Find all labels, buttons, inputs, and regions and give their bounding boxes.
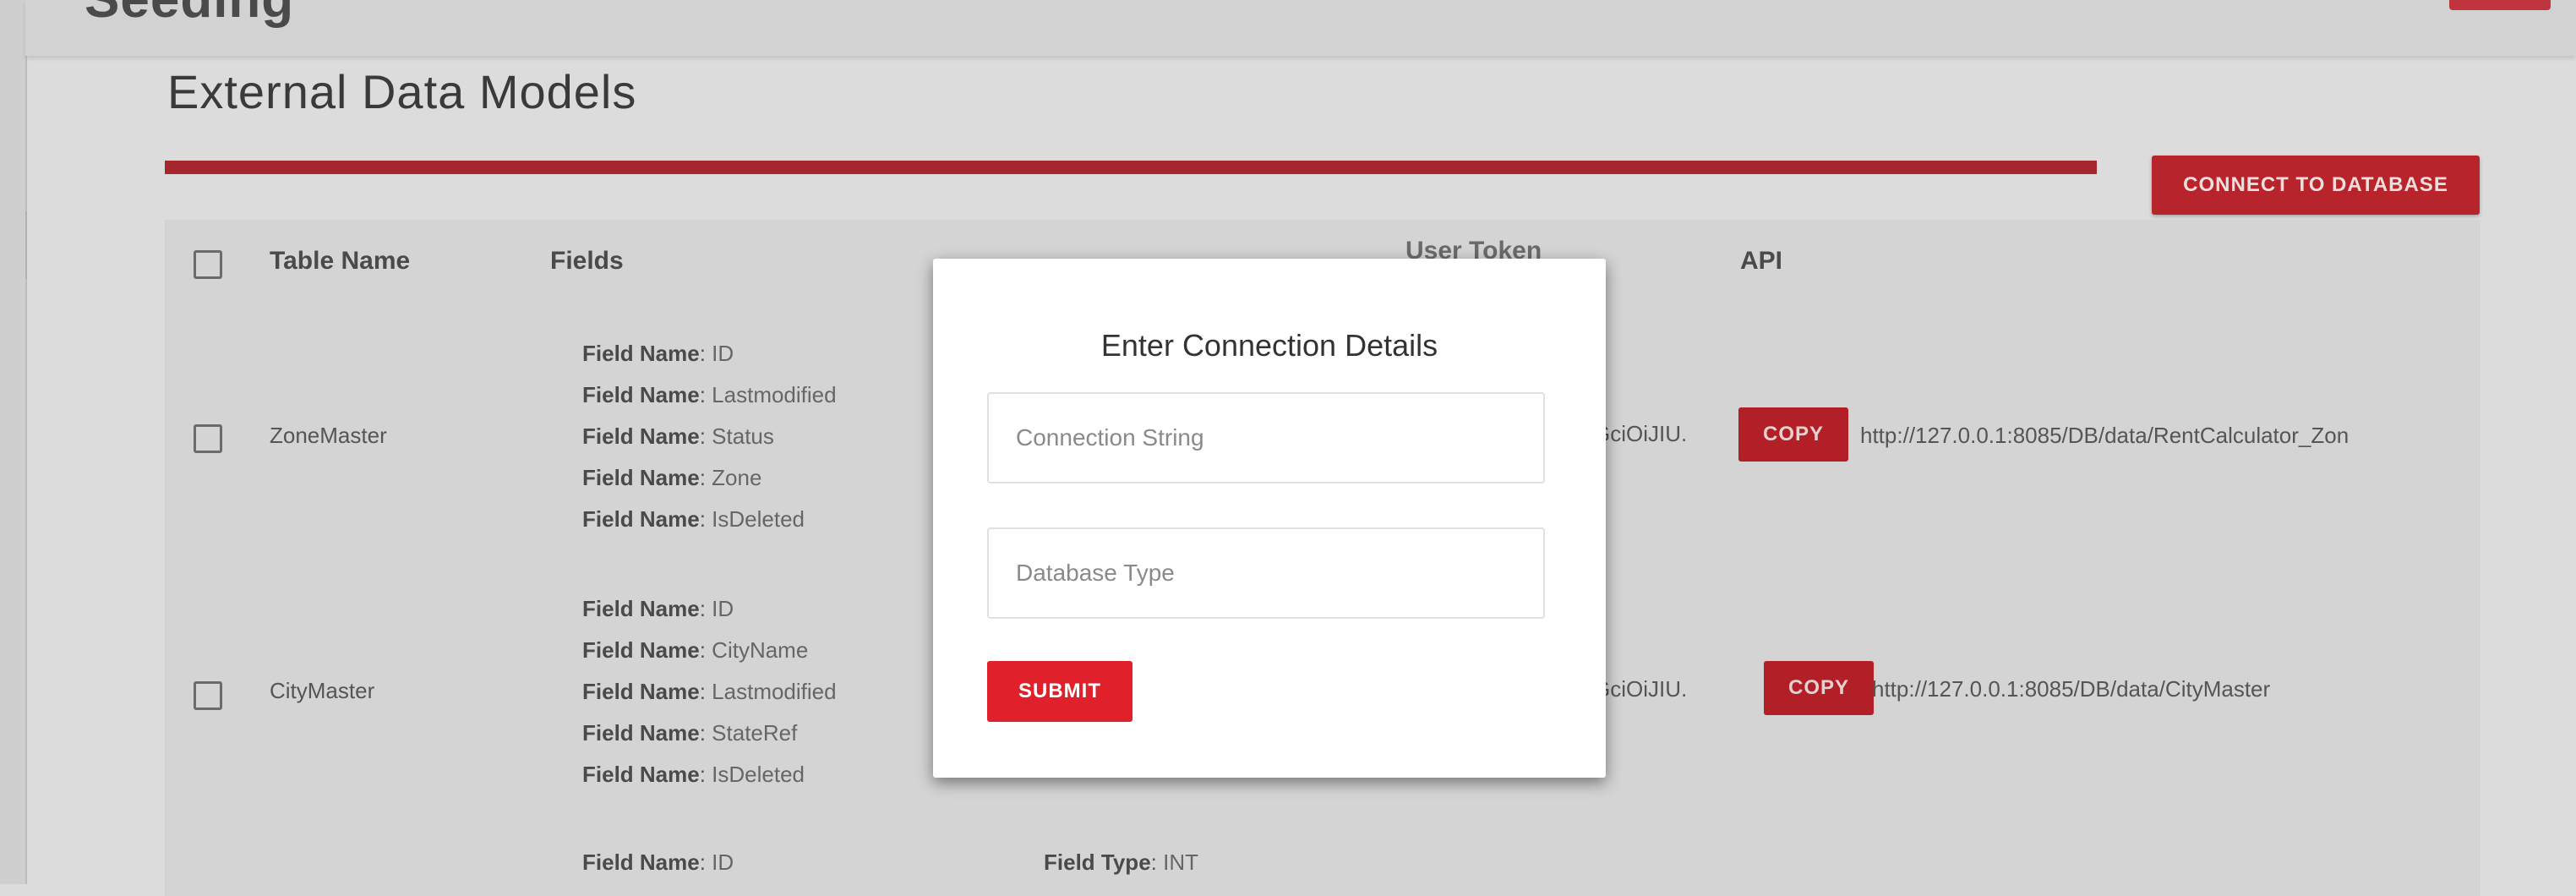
select-all-checkbox[interactable] xyxy=(194,250,222,279)
table-name-cell: CityMaster xyxy=(270,678,375,703)
field-item: Field Name: ID xyxy=(582,341,734,366)
connection-string-input[interactable] xyxy=(987,392,1545,484)
api-url: http://127.0.0.1:8085/DB/data/CityMaster xyxy=(1872,676,2271,702)
row-checkbox[interactable] xyxy=(194,681,222,710)
field-type-list: Field Type: INT xyxy=(1044,842,1198,883)
topbar-action-button[interactable] xyxy=(2449,0,2551,10)
field-item: Field Name: Lastmodified xyxy=(582,679,837,704)
field-item: Field Name: CityName xyxy=(582,637,809,663)
header-api: API xyxy=(1740,247,1783,275)
field-type-item: Field Type: INT xyxy=(1044,850,1198,875)
left-nav-strip xyxy=(0,0,27,884)
copy-api-button[interactable]: COPY xyxy=(1764,661,1874,715)
header-table-name: Table Name xyxy=(270,247,411,275)
brand-logo: Seeding xyxy=(85,0,294,30)
field-item: Field Name: IsDeleted xyxy=(582,506,805,532)
field-item: Field Name: Status xyxy=(582,423,774,449)
top-bar: Seeding xyxy=(25,0,2576,56)
user-token-cell: GciOiJIU. xyxy=(1593,676,1688,702)
fields-list: Field Name: ID Field Name: Lastmodified … xyxy=(582,333,837,540)
field-item: Field Name: Zone xyxy=(582,465,762,490)
connect-to-database-button[interactable]: CONNECT TO DATABASE xyxy=(2152,156,2480,215)
field-item: Field Name: ID xyxy=(582,850,734,875)
nav-divider xyxy=(0,211,27,279)
header-fields: Fields xyxy=(550,247,624,275)
fields-list: Field Name: ID xyxy=(582,842,734,883)
copy-api-button[interactable]: COPY xyxy=(1738,407,1848,462)
fields-list: Field Name: ID Field Name: CityName Fiel… xyxy=(582,588,837,795)
connection-details-dialog: Enter Connection Details SUBMIT xyxy=(933,259,1606,778)
database-type-input[interactable] xyxy=(987,527,1545,619)
submit-button[interactable]: SUBMIT xyxy=(987,661,1132,722)
row-checkbox[interactable] xyxy=(194,424,222,453)
page-title: External Data Models xyxy=(167,65,637,118)
field-item: Field Name: StateRef xyxy=(582,720,798,746)
title-divider xyxy=(165,161,2097,174)
dialog-title: Enter Connection Details xyxy=(1100,328,1438,363)
field-item: Field Name: ID xyxy=(582,596,734,621)
field-item: Field Name: IsDeleted xyxy=(582,762,805,787)
user-token-cell: GciOiJIU. xyxy=(1593,421,1688,446)
api-url: http://127.0.0.1:8085/DB/data/RentCalcul… xyxy=(1860,423,2350,448)
field-item: Field Name: Lastmodified xyxy=(582,382,837,407)
table-name-cell: ZoneMaster xyxy=(270,423,387,448)
